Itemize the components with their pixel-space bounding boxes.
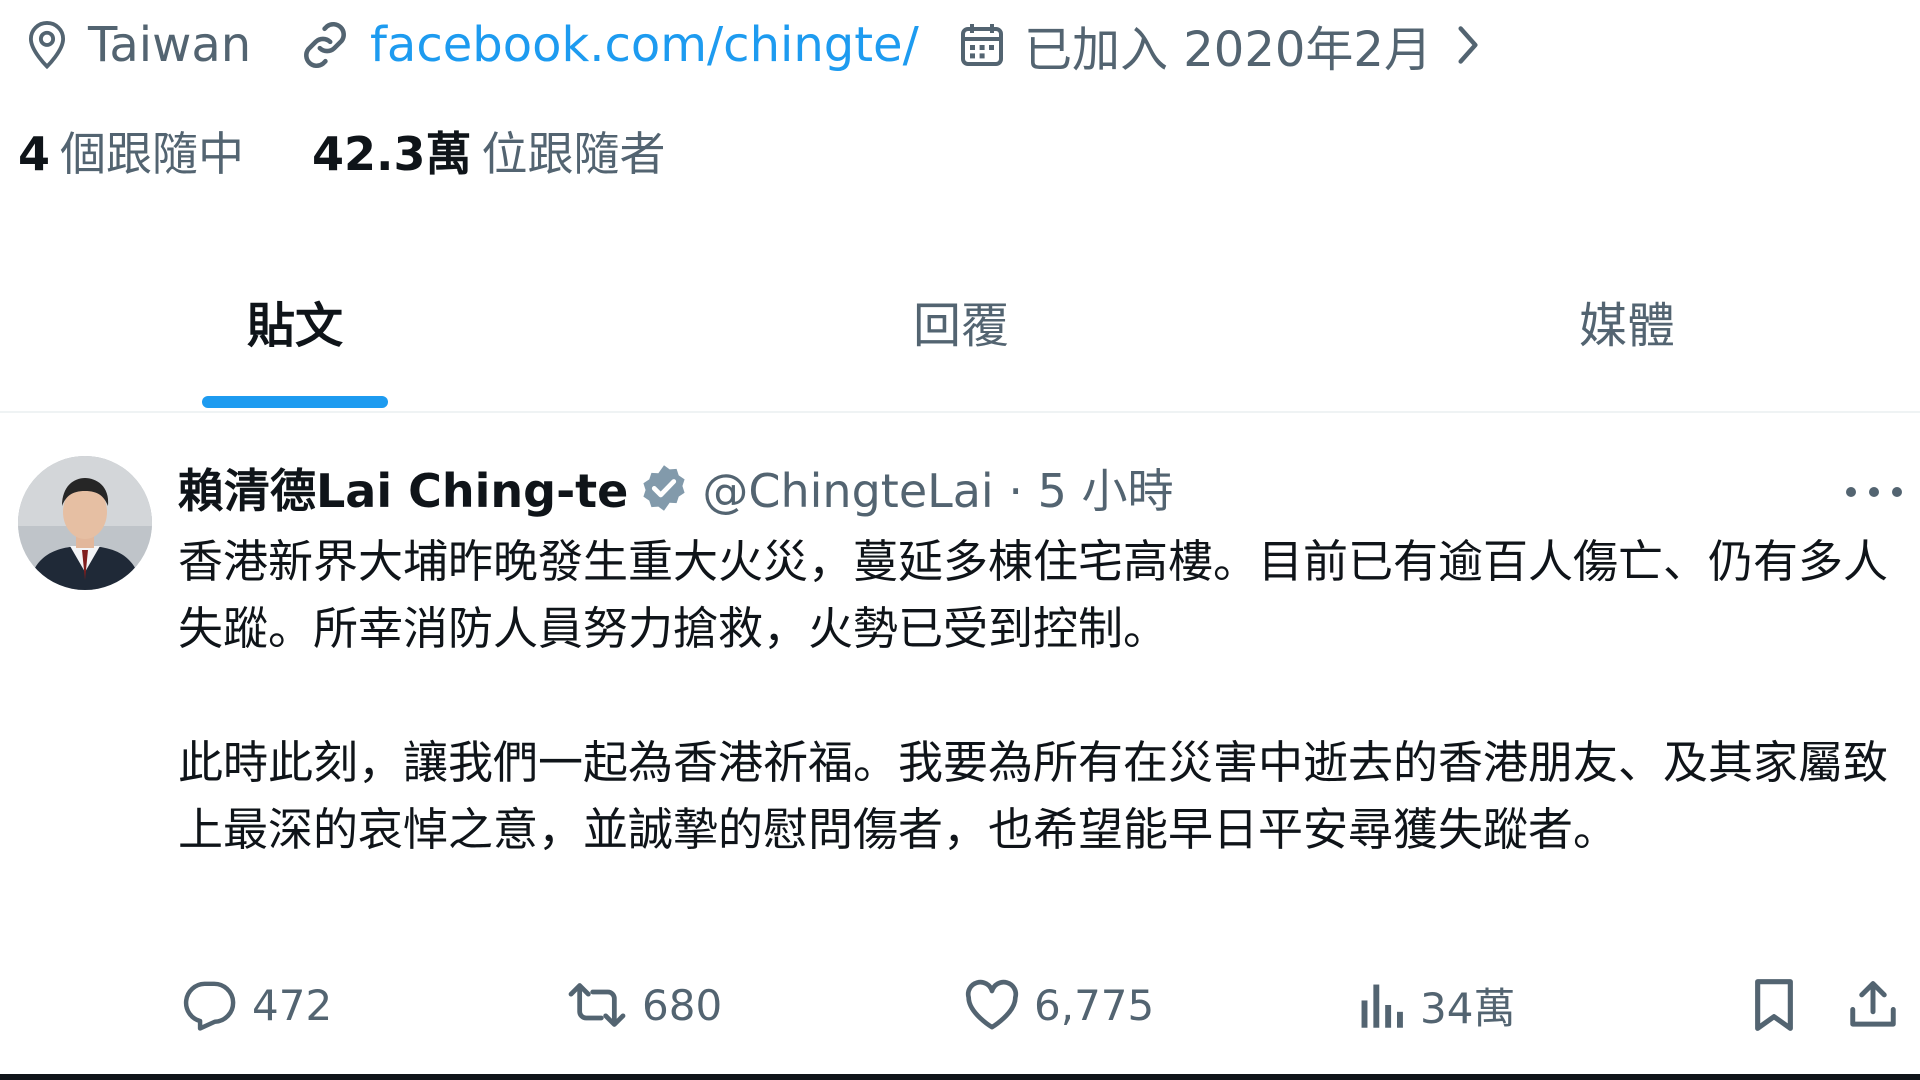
like-icon xyxy=(965,979,1019,1030)
profile-stats: 4 個跟隨中 42.3萬 位跟隨者 xyxy=(18,118,666,184)
handle-and-time: @ChingteLai · 5 小時 xyxy=(702,464,1174,518)
more-icon[interactable] xyxy=(1846,472,1902,512)
like-count: 6,775 xyxy=(1034,980,1155,1030)
reply-button[interactable]: 472 xyxy=(180,970,332,1040)
views-icon xyxy=(1361,984,1403,1028)
bottom-edge-bar xyxy=(0,1074,1920,1080)
profile-joined: 已加入 2020年2月 xyxy=(958,14,1504,78)
bookmark-button[interactable] xyxy=(1750,970,1812,1040)
tab-posts[interactable]: 貼文 xyxy=(160,286,430,356)
followers-stat[interactable]: 42.3萬 位跟隨者 xyxy=(312,118,666,184)
chevron-right-icon[interactable] xyxy=(1450,23,1486,67)
joined-text: 已加入 2020年2月 xyxy=(1024,22,1432,78)
following-stat[interactable]: 4 個跟隨中 xyxy=(18,118,244,184)
profile-location: Taiwan xyxy=(24,14,251,76)
verified-badge-icon xyxy=(643,465,685,511)
reply-count: 472 xyxy=(252,980,333,1030)
tab-replies[interactable]: 回覆 xyxy=(826,286,1096,356)
active-tab-indicator xyxy=(202,396,388,408)
tweet-header: 賴清德Lai Ching-te @ChingteLai · 5 小時 xyxy=(178,456,1173,520)
location-icon xyxy=(28,21,66,70)
website-link[interactable]: facebook.com/chingte/ xyxy=(370,17,919,73)
link-icon xyxy=(304,21,346,69)
repost-button[interactable]: 680 xyxy=(566,970,722,1040)
following-count: 4 xyxy=(18,127,51,181)
followers-count: 42.3萬 xyxy=(312,127,472,181)
tweet-paragraph: 此時此刻，讓我們一起為香港祈福。我要為所有在災害中逝去的香港朋友、及其家屬致上最… xyxy=(178,736,1889,856)
avatar-image xyxy=(18,456,152,590)
calendar-icon xyxy=(961,24,1003,66)
repost-count: 680 xyxy=(642,980,723,1030)
like-button[interactable]: 6,775 xyxy=(964,970,1154,1040)
avatar[interactable] xyxy=(18,456,152,590)
profile-website[interactable]: facebook.com/chingte/ xyxy=(298,14,919,76)
tweet-text: 香港新界大埔昨晚發生重大火災，蔓延多棟住宅高樓。目前已有逾百人傷亡、仍有多人失蹤… xyxy=(178,528,1898,863)
share-button[interactable] xyxy=(1846,970,1914,1040)
bookmark-icon xyxy=(1755,979,1793,1031)
following-label: 個跟隨中 xyxy=(60,127,245,181)
tab-media[interactable]: 媒體 xyxy=(1492,286,1762,356)
author-name[interactable]: 賴清德Lai Ching-te xyxy=(178,455,628,521)
views-button[interactable]: 34萬 xyxy=(1358,970,1515,1040)
share-icon xyxy=(1850,981,1896,1027)
reply-icon xyxy=(183,981,236,1031)
location-text: Taiwan xyxy=(88,17,252,73)
tweet-paragraph: 香港新界大埔昨晚發生重大火災，蔓延多棟住宅高樓。目前已有逾百人傷亡、仍有多人失蹤… xyxy=(178,535,1889,655)
tabs-divider xyxy=(0,411,1920,413)
followers-label: 位跟隨者 xyxy=(481,127,666,181)
repost-icon xyxy=(568,983,626,1027)
views-count: 34萬 xyxy=(1420,983,1516,1033)
